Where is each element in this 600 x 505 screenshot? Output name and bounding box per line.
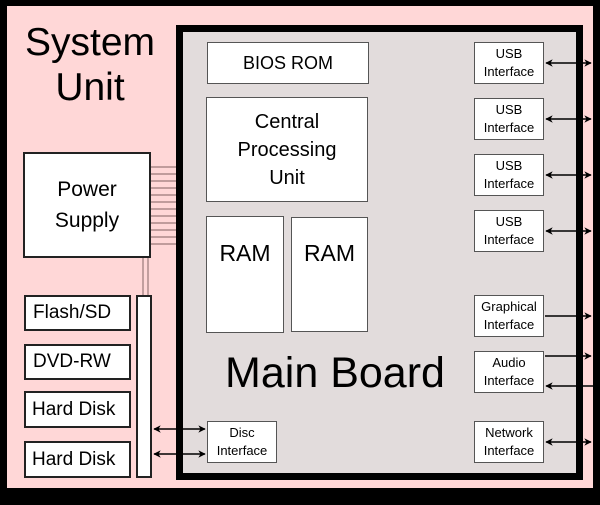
power-cables	[142, 166, 176, 295]
connectors-layer	[142, 59, 593, 458]
